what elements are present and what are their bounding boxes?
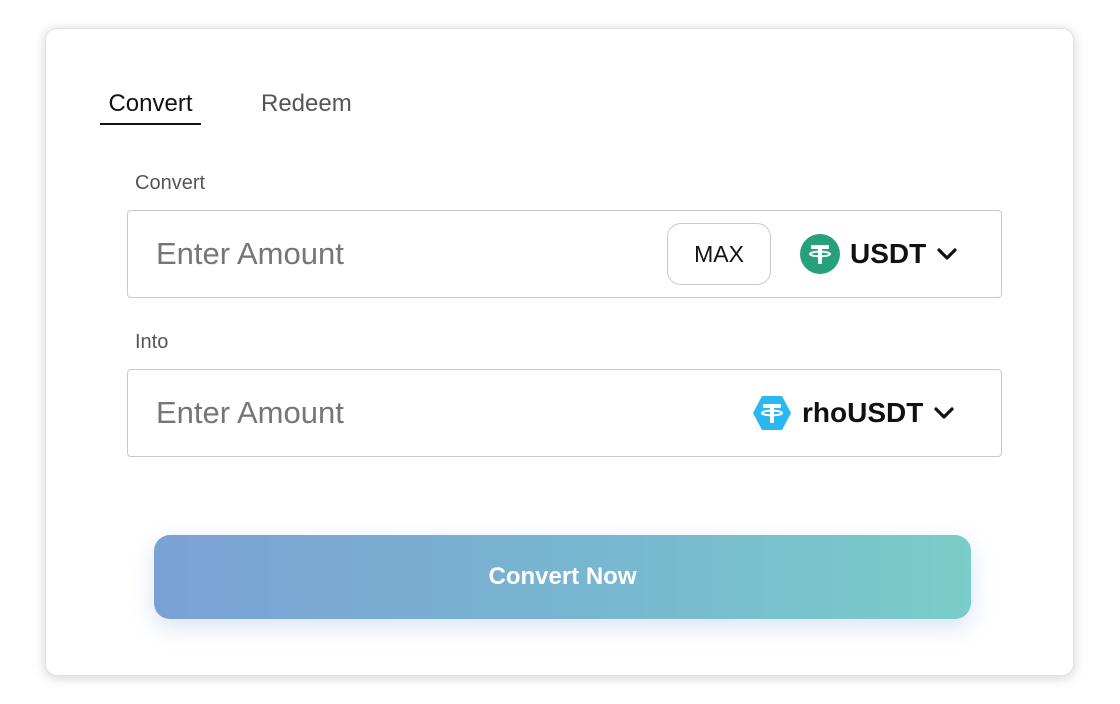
rhousdt-token-name: rhoUSDT: [802, 397, 924, 428]
into-amount-input[interactable]: [156, 390, 636, 436]
convert-amount-box: MAX USDT: [127, 210, 1002, 298]
tab-convert-label: Convert: [108, 90, 193, 117]
into-amount-box: rhoUSDT: [127, 369, 1002, 457]
convert-amount-input[interactable]: [156, 231, 636, 277]
into-field-label: Into: [135, 331, 169, 353]
usdt-token-select[interactable]: USDT: [800, 232, 958, 276]
convert-field-label: Convert: [135, 172, 206, 194]
tab-redeem-label: Redeem: [261, 90, 352, 117]
usdt-token-name: USDT: [850, 238, 927, 269]
tab-redeem[interactable]: Redeem: [261, 87, 352, 121]
max-button[interactable]: MAX: [667, 223, 771, 285]
tether-icon: [800, 234, 840, 274]
convert-card: Convert Redeem Convert MAX USDT Into: [45, 28, 1074, 676]
active-tab-underline: [100, 123, 201, 125]
tab-convert[interactable]: Convert: [100, 87, 201, 125]
rhousdt-token-select[interactable]: rhoUSDT: [752, 391, 955, 435]
chevron-down-icon: [937, 248, 957, 260]
rho-tether-icon: [753, 396, 791, 430]
convert-now-button[interactable]: Convert Now: [154, 535, 971, 619]
chevron-down-icon: [934, 407, 954, 419]
